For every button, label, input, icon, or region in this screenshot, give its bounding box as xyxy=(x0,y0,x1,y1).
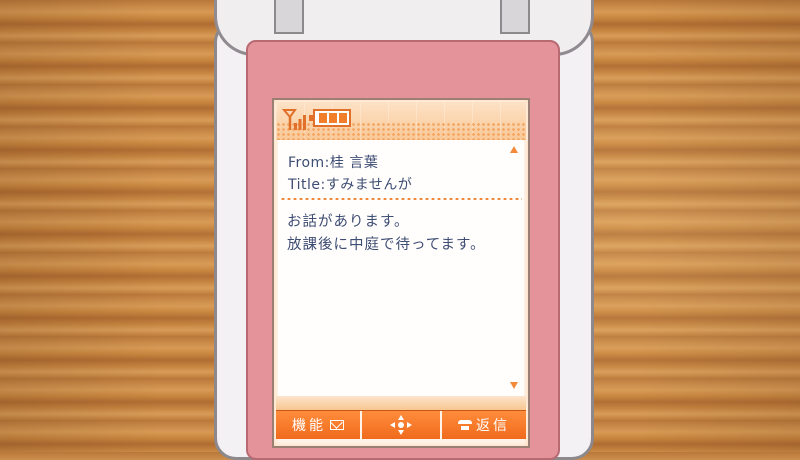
hinge-tab-left xyxy=(274,0,304,34)
sender-line: From:桂 言葉 xyxy=(288,152,378,172)
message-body-line: 放課後に中庭で待ってます。 xyxy=(287,237,486,253)
scroll-up-icon[interactable] xyxy=(510,146,518,153)
sender-name: 桂 言葉 xyxy=(329,155,379,171)
message-body-line: お話があります。 xyxy=(287,214,410,230)
title-label: Title: xyxy=(288,177,326,193)
reply-softkey-label: 返信 xyxy=(476,418,510,434)
dpad-icon xyxy=(390,415,412,435)
screen-bottom-pad xyxy=(276,396,526,410)
subject-line: Title:すみませんが xyxy=(288,174,412,194)
softkey-bar: 機能 返信 xyxy=(276,410,526,439)
function-softkey[interactable]: 機能 xyxy=(276,411,362,439)
mail-icon xyxy=(330,420,344,430)
reply-softkey[interactable]: 返信 xyxy=(442,411,526,439)
scroll-down-icon[interactable] xyxy=(510,382,518,389)
battery-cell xyxy=(339,113,347,123)
battery-cell xyxy=(319,113,327,123)
function-softkey-label: 機能 xyxy=(292,418,326,434)
phone-key-icon xyxy=(458,419,472,431)
subject-text: すみませんが xyxy=(325,177,413,193)
navigation-softkey[interactable] xyxy=(362,411,442,439)
header-separator xyxy=(280,197,522,201)
hinge-tab-right xyxy=(500,0,530,34)
signal-antenna-icon xyxy=(282,109,306,130)
from-label: From: xyxy=(288,155,330,171)
battery-icon xyxy=(309,109,351,127)
battery-cell xyxy=(329,113,337,123)
